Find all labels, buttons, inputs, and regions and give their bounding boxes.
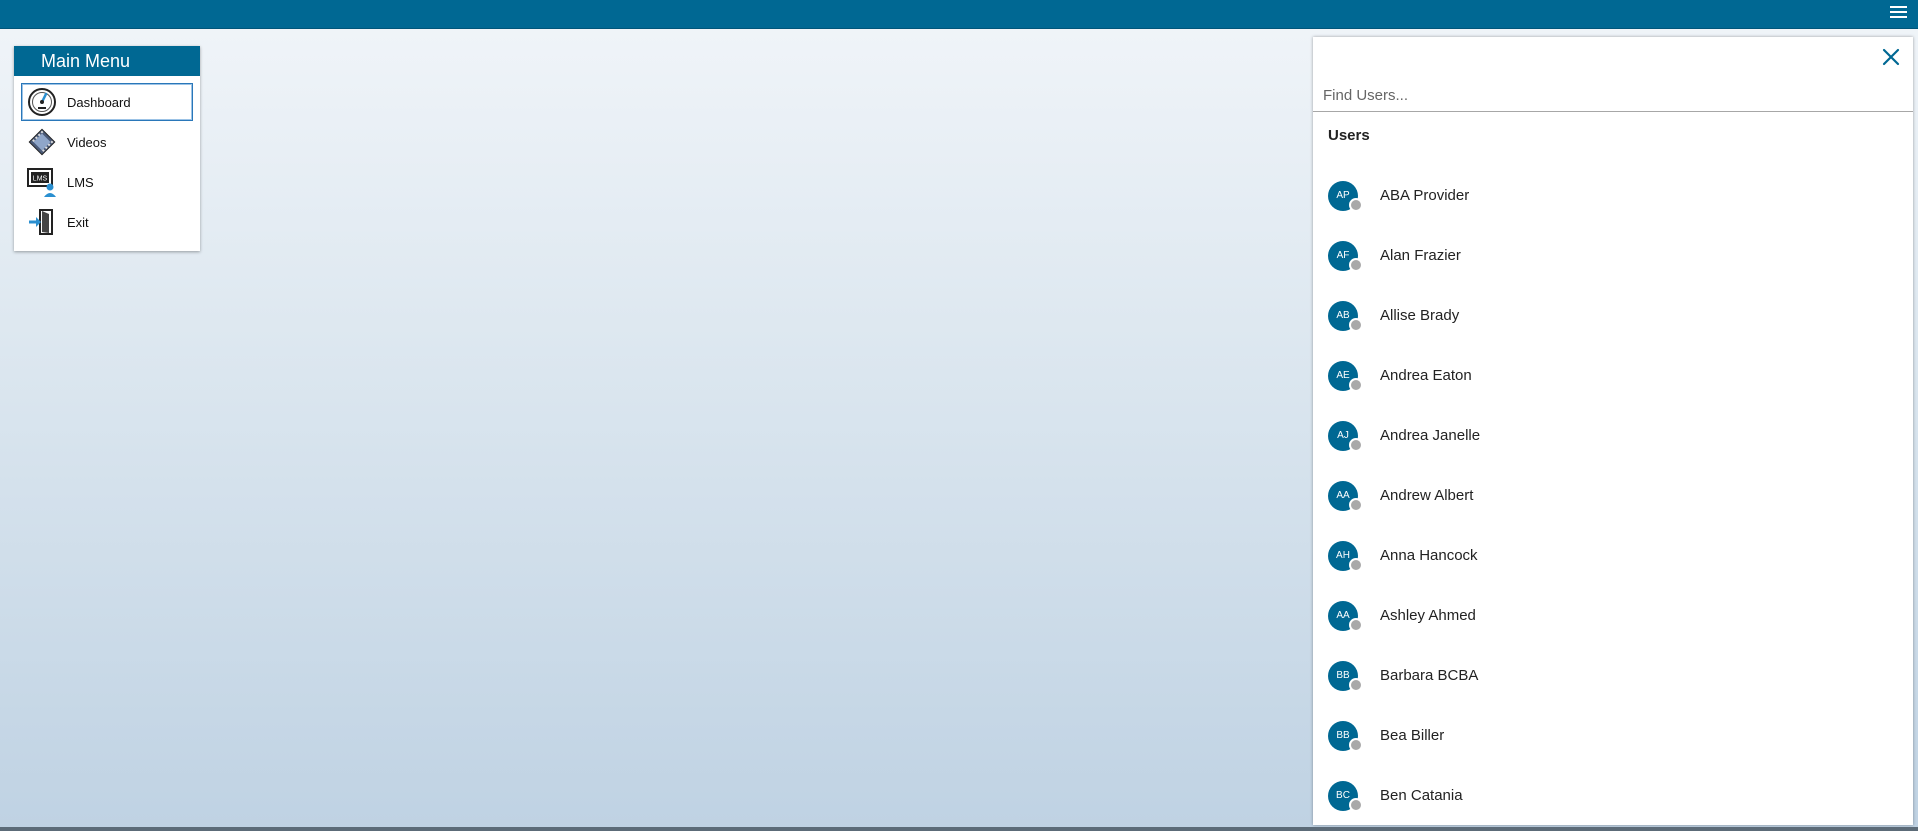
menu-item-label: Videos: [67, 134, 107, 150]
status-dot: [1349, 558, 1363, 572]
status-dot: [1349, 738, 1363, 752]
menu-item-label: Exit: [67, 214, 89, 230]
avatar: AE: [1328, 361, 1363, 392]
bottom-edge: [0, 827, 1918, 831]
users-panel: Users AP ABA Provider AF Alan Frazier AB…: [1313, 37, 1913, 825]
avatar: AP: [1328, 181, 1363, 212]
user-name: Alan Frazier: [1380, 247, 1461, 264]
user-list-item[interactable]: AP ABA Provider: [1328, 181, 1898, 241]
search-underline: [1313, 111, 1913, 112]
status-dot: [1349, 318, 1363, 332]
hamburger-icon[interactable]: [1888, 4, 1910, 22]
user-name: Andrew Albert: [1380, 487, 1474, 504]
user-list-item[interactable]: AE Andrea Eaton: [1328, 361, 1898, 421]
user-name: Ashley Ahmed: [1380, 607, 1476, 624]
menu-item-label: Dashboard: [67, 94, 131, 110]
exit-door-icon: [29, 209, 53, 235]
main-menu: Main Menu Dashboard Videos LMS LMS Exit: [14, 46, 200, 251]
user-name: Barbara BCBA: [1380, 667, 1479, 684]
menu-item-label: LMS: [67, 174, 94, 190]
menu-item-exit[interactable]: Exit: [21, 203, 193, 241]
user-name: Ben Catania: [1380, 787, 1463, 804]
avatar: AA: [1328, 481, 1363, 512]
avatar: BB: [1328, 661, 1363, 692]
film-icon: [28, 128, 56, 156]
status-dot: [1349, 798, 1363, 812]
avatar: BB: [1328, 721, 1363, 752]
status-dot: [1349, 498, 1363, 512]
user-name: Bea Biller: [1380, 727, 1445, 744]
user-list-item[interactable]: BB Bea Biller: [1328, 721, 1898, 781]
status-dot: [1349, 618, 1363, 632]
speedometer-icon: [28, 88, 56, 116]
user-list-item[interactable]: AB Allise Brady: [1328, 301, 1898, 361]
avatar: AB: [1328, 301, 1363, 332]
avatar: AA: [1328, 601, 1363, 632]
status-dot: [1349, 438, 1363, 452]
close-icon[interactable]: [1879, 45, 1903, 69]
main-menu-list: Dashboard Videos LMS LMS Exit: [14, 76, 200, 241]
user-name: Andrea Janelle: [1380, 427, 1481, 444]
svg-text:LMS: LMS: [33, 176, 48, 183]
avatar: AF: [1328, 241, 1363, 272]
main-menu-title: Main Menu: [14, 46, 200, 76]
user-name: Anna Hancock: [1380, 547, 1478, 564]
status-dot: [1349, 258, 1363, 272]
user-list: AP ABA Provider AF Alan Frazier AB Allis…: [1328, 181, 1898, 825]
user-list-item[interactable]: AJ Andrea Janelle: [1328, 421, 1898, 481]
status-dot: [1349, 678, 1363, 692]
user-list-item[interactable]: AA Andrew Albert: [1328, 481, 1898, 541]
menu-item-lms[interactable]: LMS LMS: [21, 163, 193, 201]
status-dot: [1349, 378, 1363, 392]
avatar: AJ: [1328, 421, 1363, 452]
top-bar: [0, 0, 1918, 29]
user-list-item[interactable]: BC Ben Catania: [1328, 781, 1898, 825]
user-name: Allise Brady: [1380, 307, 1460, 324]
user-name: Andrea Eaton: [1380, 367, 1472, 384]
avatar: AH: [1328, 541, 1363, 572]
avatar: BC: [1328, 781, 1363, 812]
user-name: ABA Provider: [1380, 187, 1470, 204]
users-section-title: Users: [1328, 127, 1370, 144]
menu-item-videos[interactable]: Videos: [21, 123, 193, 161]
user-list-item[interactable]: AH Anna Hancock: [1328, 541, 1898, 601]
status-dot: [1349, 198, 1363, 212]
user-list-item[interactable]: AF Alan Frazier: [1328, 241, 1898, 301]
menu-item-dashboard[interactable]: Dashboard: [21, 83, 193, 121]
user-list-item[interactable]: AA Ashley Ahmed: [1328, 601, 1898, 661]
lms-user-icon: LMS: [27, 168, 56, 197]
find-users-input[interactable]: [1323, 81, 1903, 109]
user-list-item[interactable]: BB Barbara BCBA: [1328, 661, 1898, 721]
